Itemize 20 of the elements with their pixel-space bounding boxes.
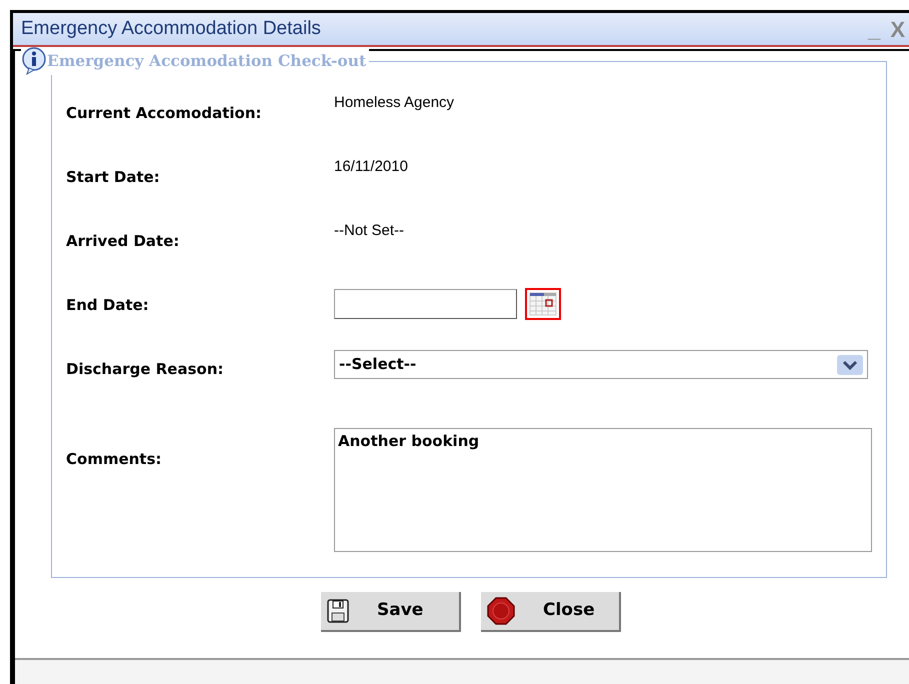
group-title: Emergency Accomodation Check-out <box>47 50 366 72</box>
field-label: Start Date: <box>66 167 161 188</box>
stop-icon <box>487 597 515 625</box>
close-button[interactable]: Close <box>481 592 621 632</box>
save-button[interactable]: Save <box>321 592 461 632</box>
comments-field[interactable]: Another booking <box>334 428 872 552</box>
field-value: 16/11/2010 <box>334 157 408 177</box>
field-value: Homeless Agency <box>334 93 454 113</box>
field-label: Arrived Date: <box>66 231 180 252</box>
chevron-down-icon <box>837 354 863 374</box>
field-label: Current Accomodation: <box>66 103 263 124</box>
calendar-icon[interactable] <box>525 288 561 320</box>
field-label: Comments: <box>66 449 163 470</box>
date-field[interactable] <box>334 289 517 319</box>
info-icon <box>21 47 47 75</box>
field-value: --Not Set-- <box>334 221 404 241</box>
window-title: Emergency Accommodation Details <box>21 16 321 41</box>
field-label: End Date: <box>66 295 150 316</box>
discharge-reason-dropdown[interactable]: --Select-- <box>334 350 868 379</box>
field-label: Discharge Reason: <box>66 359 224 380</box>
